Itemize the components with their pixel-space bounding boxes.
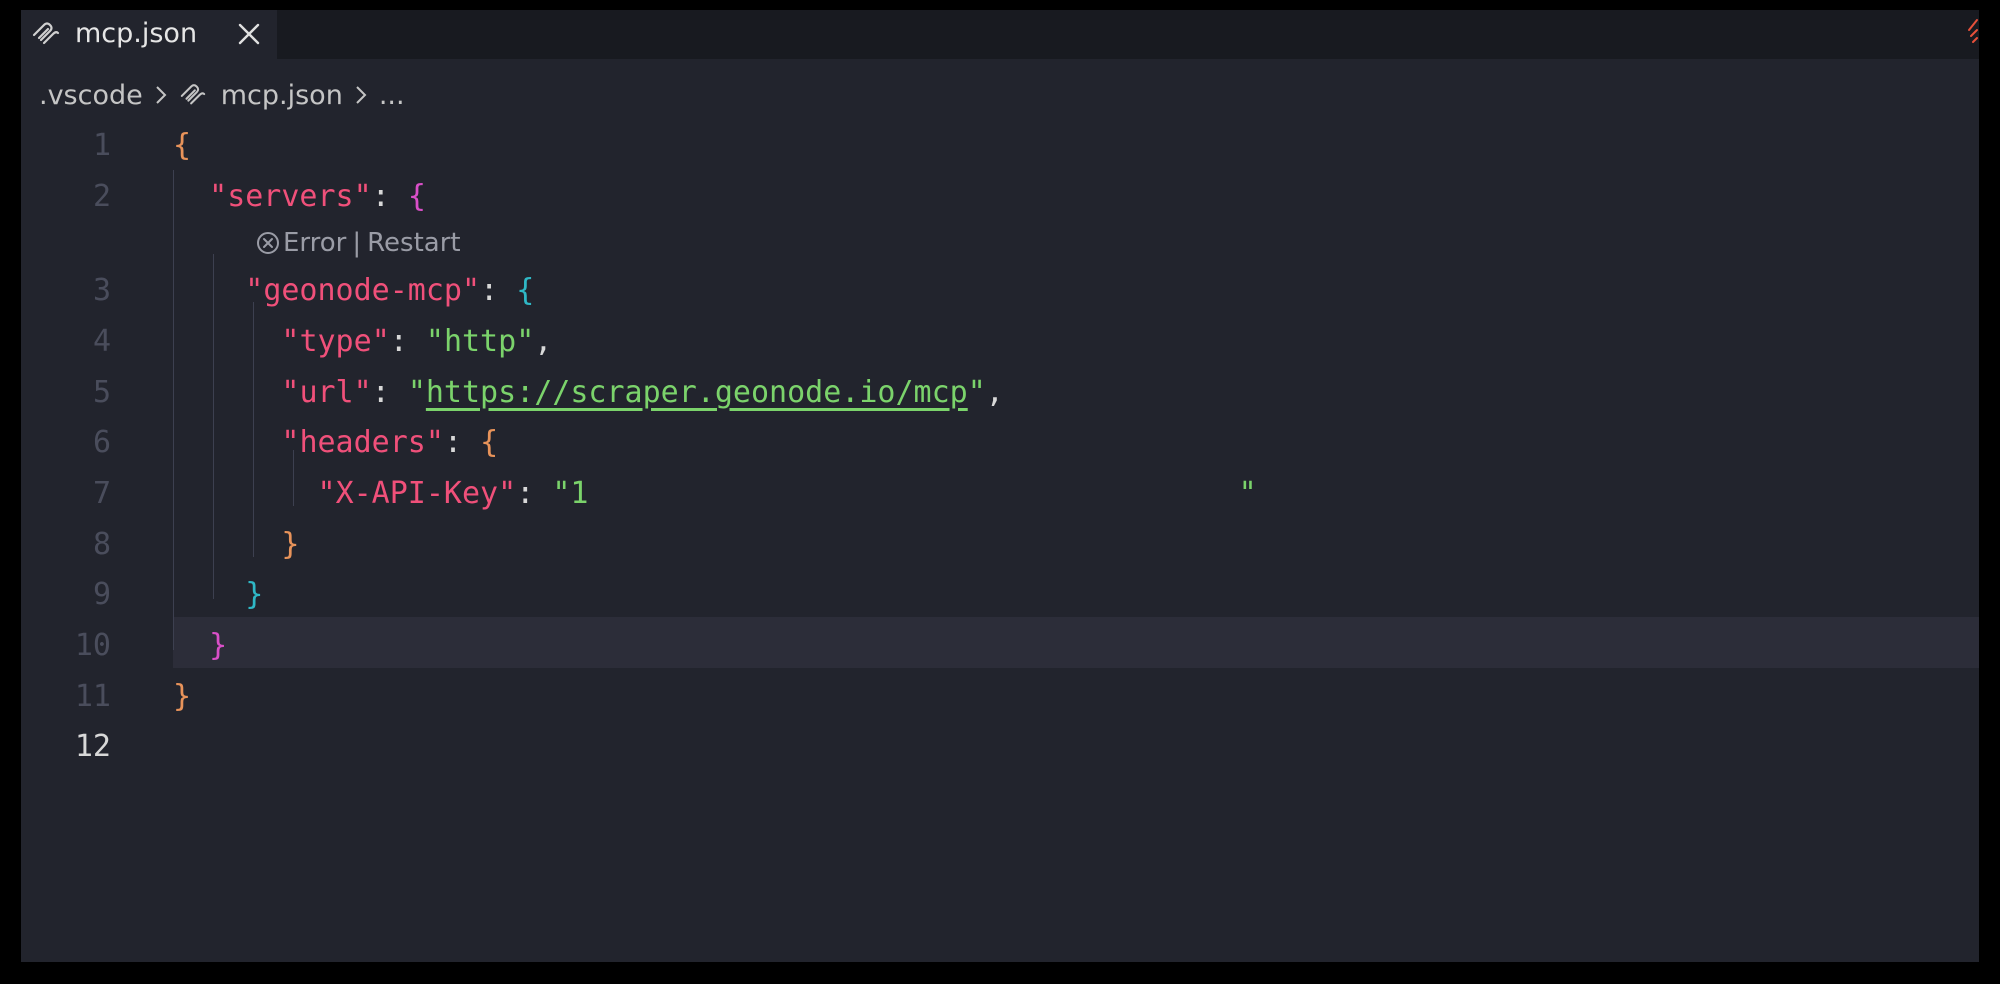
code-line[interactable]: 5 "url": "https://scraper.geonode.io/mcp… <box>21 367 1979 418</box>
line-number: 7 <box>92 475 111 511</box>
breadcrumb-more[interactable]: ... <box>379 80 405 111</box>
code-text: } <box>209 628 228 664</box>
code-line-current[interactable]: 12 <box>21 722 1979 773</box>
api-key-value: 1 <box>570 475 589 511</box>
code-text: } <box>245 577 264 613</box>
line-number: 12 <box>74 729 111 765</box>
chevron-right-icon <box>156 86 167 104</box>
codelens-actions: Error | Restart <box>255 228 461 258</box>
tab-mcp-json[interactable]: mcp.json <box>21 10 277 59</box>
line-number: 11 <box>74 678 111 714</box>
code-line[interactable]: 11 } <box>21 671 1979 722</box>
line-number: 5 <box>92 374 111 410</box>
code-editor[interactable]: 1 { 2 "servers": { Error | Restart 3 "ge… <box>21 120 1979 772</box>
url-link[interactable]: https://scraper.geonode.io/mcp <box>426 375 968 410</box>
error-circle-icon <box>257 232 279 255</box>
code-line[interactable]: 7 "X-API-Key": "1 " <box>21 468 1979 519</box>
code-text: "geonode-mcp": { <box>245 273 535 309</box>
codelens-restart[interactable]: Restart <box>367 228 460 258</box>
line-number: 3 <box>92 273 111 309</box>
code-line[interactable]: 4 "type": "http", <box>21 316 1979 367</box>
code-line[interactable]: 2 "servers": { <box>21 171 1979 222</box>
codelens-divider: | <box>352 228 362 259</box>
codelens: Error | Restart <box>21 221 1979 265</box>
mcp-file-icon <box>180 84 205 105</box>
code-text: { <box>173 127 192 163</box>
codelens-error[interactable]: Error <box>283 228 346 258</box>
mcp-file-icon <box>32 21 60 44</box>
sparkle-icon[interactable] <box>1963 16 1979 44</box>
code-line[interactable]: 8 } <box>21 519 1979 570</box>
breadcrumb: .vscode mcp.json ... <box>39 73 405 117</box>
line-number: 10 <box>74 628 111 664</box>
code-text: "headers": { <box>281 425 499 461</box>
code-line[interactable]: 6 "headers": { <box>21 417 1979 468</box>
breadcrumb-folder[interactable]: .vscode <box>39 80 143 111</box>
chevron-right-icon <box>356 86 367 104</box>
line-number: 8 <box>92 526 111 562</box>
line-number: 1 <box>92 127 111 163</box>
code-text: } <box>173 678 192 714</box>
line-number: 6 <box>92 425 111 461</box>
breadcrumb-file[interactable]: mcp.json <box>221 80 343 111</box>
line-number: 4 <box>92 323 111 359</box>
editor-window: mcp.json .vscode mcp.json ... 1 {2 "ser… <box>21 10 1979 962</box>
tab-label: mcp.json <box>75 18 198 49</box>
code-text: "X-API-Key": "1 " <box>317 475 1257 511</box>
code-text: "url": "https://scraper.geonode.io/mcp", <box>281 374 1004 410</box>
code-line[interactable]: 1 { <box>21 120 1979 171</box>
code-text: "type": "http", <box>281 323 553 359</box>
line-number: 2 <box>92 178 111 214</box>
code-text: "servers": { <box>209 178 426 214</box>
close-icon[interactable] <box>235 20 263 48</box>
tab-bar: mcp.json <box>21 10 1979 59</box>
line-number: 9 <box>92 577 111 613</box>
code-text: } <box>281 526 300 562</box>
code-line[interactable]: 3 "geonode-mcp": { <box>21 265 1979 316</box>
code-line[interactable]: 9 } <box>21 570 1979 621</box>
code-line[interactable]: 10 } <box>21 620 1979 671</box>
